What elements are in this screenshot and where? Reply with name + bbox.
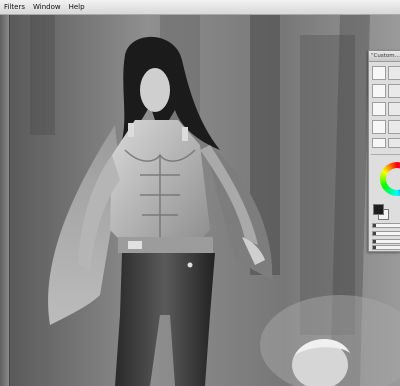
brush-preset-icon[interactable] (388, 84, 400, 98)
menu-help[interactable]: Help (65, 0, 89, 14)
slider-knob[interactable] (373, 224, 376, 227)
color-slider[interactable] (372, 245, 400, 250)
slider-knob[interactable] (373, 240, 376, 243)
slider-knob[interactable] (373, 232, 376, 235)
drawing-canvas[interactable] (10, 15, 400, 386)
artwork (10, 15, 400, 386)
brush-preset-icon[interactable] (388, 66, 400, 80)
brush-preset-icon[interactable] (372, 102, 386, 116)
panel-divider (371, 154, 400, 155)
brush-tool-panel[interactable]: "Custom..." (368, 50, 400, 252)
brush-preset-icon[interactable] (388, 102, 400, 116)
brush-preset-icon[interactable] (372, 120, 386, 134)
brush-preset-icon[interactable] (372, 66, 386, 80)
color-wheel-icon[interactable] (380, 162, 400, 196)
menu-window[interactable]: Window (29, 0, 65, 14)
color-slider[interactable] (372, 231, 400, 236)
slider-knob[interactable] (373, 246, 376, 249)
brush-preset-icon[interactable] (388, 120, 400, 134)
menu-bar: Filters Window Help (0, 0, 400, 15)
app-left-edge (0, 15, 10, 386)
menu-filters[interactable]: Filters (0, 0, 29, 14)
foreground-color-swatch[interactable] (373, 204, 384, 215)
color-slider[interactable] (372, 239, 400, 244)
color-slider[interactable] (372, 223, 400, 228)
brush-preset-icon[interactable] (372, 138, 386, 148)
brush-preset-icon[interactable] (372, 84, 386, 98)
panel-title[interactable]: "Custom..." (369, 51, 400, 62)
brush-preset-icon[interactable] (388, 138, 400, 148)
